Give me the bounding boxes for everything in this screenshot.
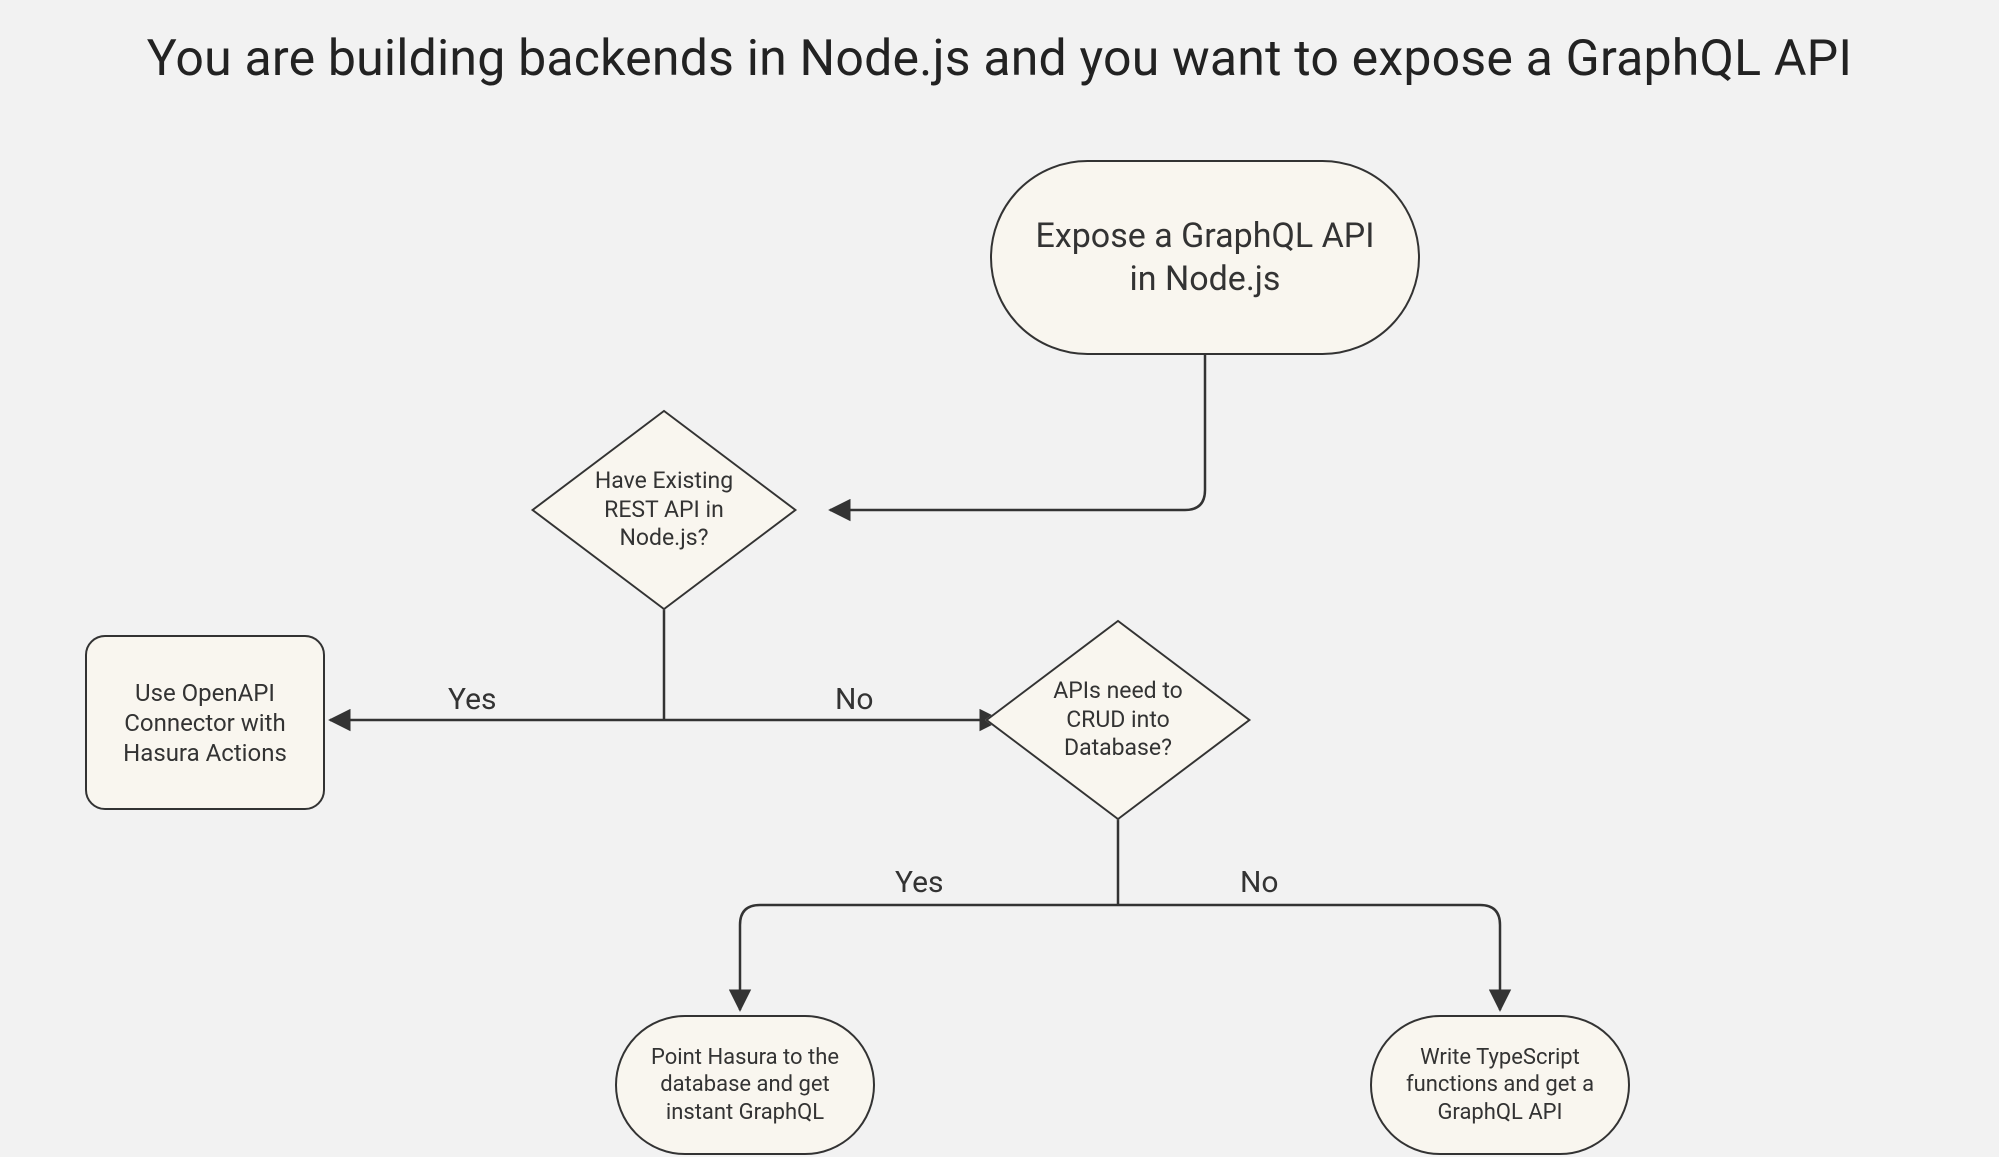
text: GraphQL API xyxy=(1437,1100,1562,1125)
page-title: You are building backends in Node.js and… xyxy=(0,30,1999,88)
edge-start-to-rest xyxy=(830,353,1205,510)
text: Database? xyxy=(1064,734,1172,761)
edges-layer xyxy=(0,0,1999,1157)
text: CRUD into xyxy=(1066,706,1170,733)
text: functions and get a xyxy=(1406,1072,1594,1097)
node-use-openapi: Use OpenAPI Connector with Hasura Action… xyxy=(85,635,325,810)
text: APIs need to xyxy=(1053,677,1183,704)
text: Connector with xyxy=(124,709,285,737)
node-point-hasura: Point Hasura to the database and get ins… xyxy=(615,1015,875,1155)
edge-label-rest-no: No xyxy=(835,682,874,717)
text: Point Hasura to the xyxy=(651,1045,839,1070)
node-point-hasura-label: Point Hasura to the database and get ins… xyxy=(645,1040,845,1131)
edge-label-rest-yes: Yes xyxy=(448,682,496,717)
text: Write TypeScript xyxy=(1420,1045,1580,1070)
edge-crud-no xyxy=(1118,905,1500,1010)
node-decision-crud: APIs need to CRUD into Database? xyxy=(1000,630,1236,810)
node-use-openapi-label: Use OpenAPI Connector with Hasura Action… xyxy=(117,674,293,772)
text: in Node.js xyxy=(1130,259,1281,299)
text: REST API in xyxy=(604,496,724,523)
node-decision-rest: Have Existing REST API in Node.js? xyxy=(546,420,782,600)
text: Hasura Actions xyxy=(123,739,287,767)
node-write-ts: Write TypeScript functions and get a Gra… xyxy=(1370,1015,1630,1155)
text: Node.js? xyxy=(619,524,708,551)
edge-crud-yes xyxy=(740,905,1118,1010)
text: database and get xyxy=(660,1072,830,1097)
edge-label-crud-no: No xyxy=(1240,865,1279,900)
text: Have Existing xyxy=(595,467,733,494)
node-start-label: Expose a GraphQL API in Node.js xyxy=(1030,211,1381,304)
text: Use OpenAPI xyxy=(135,679,275,707)
diagram-canvas: You are building backends in Node.js and… xyxy=(0,0,1999,1157)
node-decision-crud-label: APIs need to CRUD into Database? xyxy=(1047,673,1189,767)
node-write-ts-label: Write TypeScript functions and get a Gra… xyxy=(1400,1040,1600,1131)
node-decision-rest-label: Have Existing REST API in Node.js? xyxy=(589,463,739,557)
text: Expose a GraphQL API xyxy=(1036,216,1375,256)
edge-label-crud-yes: Yes xyxy=(895,865,943,900)
text: instant GraphQL xyxy=(666,1100,824,1125)
node-start: Expose a GraphQL API in Node.js xyxy=(990,160,1420,355)
